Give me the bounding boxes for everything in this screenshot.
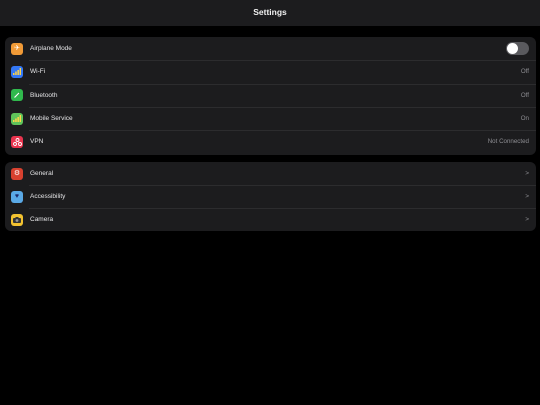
airplane-icon: ✈ bbox=[11, 42, 23, 55]
bluetooth-status: Off bbox=[520, 91, 529, 99]
antenna-icon bbox=[11, 112, 23, 125]
chevron-right-icon: > bbox=[525, 193, 529, 200]
general-row[interactable]: ⚙ General > bbox=[5, 162, 536, 185]
mobile-service-status: On bbox=[520, 115, 529, 123]
chevron-right-icon: > bbox=[525, 216, 529, 223]
airplane-mode-label: Airplane Mode bbox=[30, 45, 72, 53]
vpn-row[interactable]: VPN Not Connected bbox=[5, 130, 536, 153]
gear-icon: ⚙ bbox=[11, 167, 23, 180]
connectivity-group: ✈ Airplane Mode Wi-Fi Off Bluetooth Off … bbox=[5, 37, 536, 155]
general-label: General bbox=[30, 170, 54, 177]
heart-icon: ♥ bbox=[11, 190, 23, 203]
toggle-knob bbox=[507, 43, 518, 55]
wifi-icon bbox=[11, 65, 23, 78]
vpn-status: Not Connected bbox=[487, 138, 529, 146]
vpn-icon bbox=[11, 135, 23, 148]
wifi-label: Wi-Fi bbox=[30, 68, 46, 76]
camera-row[interactable]: Camera > bbox=[5, 208, 536, 231]
general-group: ⚙ General > ♥ Accessibility > Camera > bbox=[5, 162, 536, 231]
chevron-right-icon: > bbox=[525, 170, 529, 177]
camera-label: Camera bbox=[30, 216, 54, 223]
camera-icon bbox=[11, 213, 23, 226]
bluetooth-icon bbox=[11, 89, 23, 102]
bluetooth-label: Bluetooth bbox=[30, 91, 58, 99]
airplane-mode-row[interactable]: ✈ Airplane Mode bbox=[5, 37, 536, 60]
mobile-service-row[interactable]: Mobile Service On bbox=[5, 106, 536, 130]
top-bar: Settings bbox=[0, 0, 540, 26]
accessibility-row[interactable]: ♥ Accessibility > bbox=[5, 185, 536, 208]
airplane-mode-toggle[interactable] bbox=[506, 42, 529, 56]
accessibility-label: Accessibility bbox=[30, 193, 66, 200]
vpn-label: VPN bbox=[30, 138, 44, 146]
bluetooth-row[interactable]: Bluetooth Off bbox=[5, 83, 536, 107]
wifi-row[interactable]: Wi-Fi Off bbox=[5, 60, 536, 83]
wifi-status: Off bbox=[520, 68, 529, 76]
page-title: Settings bbox=[253, 7, 287, 17]
mobile-service-label: Mobile Service bbox=[30, 115, 73, 123]
